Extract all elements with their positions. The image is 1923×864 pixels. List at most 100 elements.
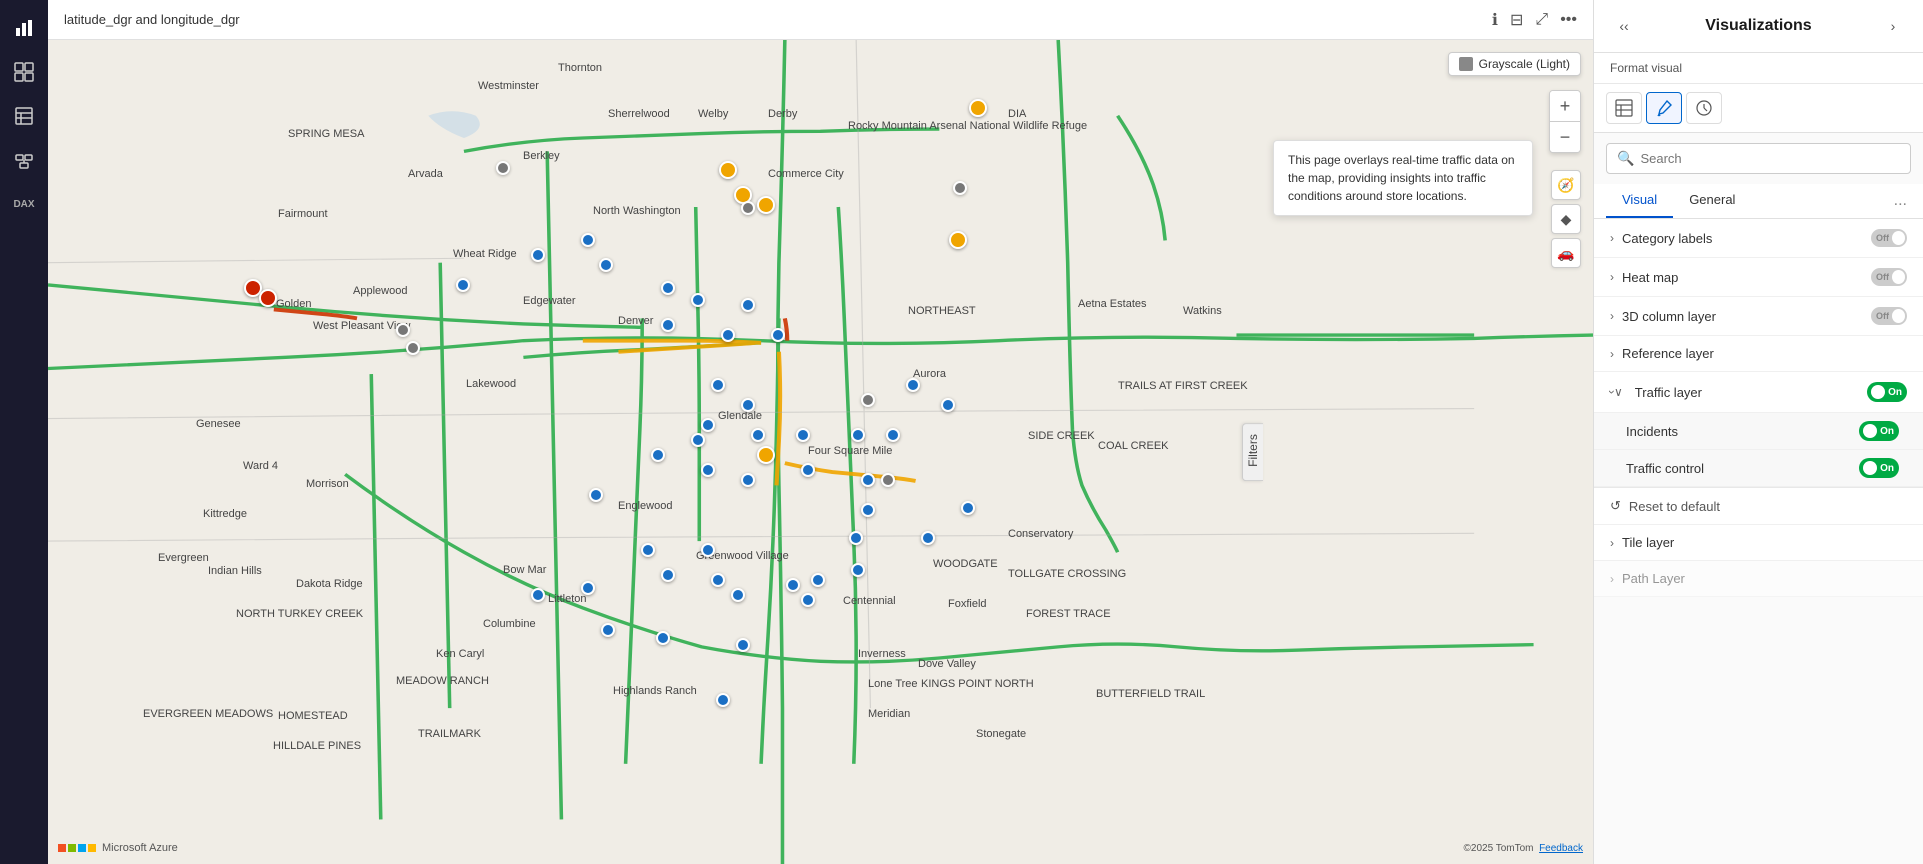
heat-map-toggle-label: Off xyxy=(1876,272,1889,282)
compass-button[interactable]: 🧭 xyxy=(1551,170,1581,200)
path-layer-text: Path Layer xyxy=(1622,571,1685,586)
store-dot xyxy=(599,258,613,272)
reference-layer-label: Reference layer xyxy=(1610,346,1714,361)
format-tab-paintbrush[interactable] xyxy=(1646,92,1682,124)
tomtom-badge: ©2025 TomTom Feedback xyxy=(1464,843,1583,854)
store-dot xyxy=(661,568,675,582)
zoom-in-button[interactable]: + xyxy=(1550,91,1580,121)
ms-logo-red xyxy=(58,844,66,852)
expand-icon[interactable]: ⤢ xyxy=(1535,11,1548,29)
expand-panel-button[interactable]: › xyxy=(1879,12,1907,40)
sidebar-item-dax[interactable]: DAX xyxy=(4,184,44,224)
store-dot xyxy=(851,563,865,577)
sidebar-item-table[interactable] xyxy=(4,52,44,92)
store-dot xyxy=(741,473,755,487)
tab-visual[interactable]: Visual xyxy=(1606,184,1673,218)
panel-header-actions: › xyxy=(1879,12,1907,40)
tab-general[interactable]: General xyxy=(1673,184,1751,218)
reset-label: Reset to default xyxy=(1629,499,1720,514)
traffic-layer-text: Traffic layer xyxy=(1635,385,1702,400)
map-style-badge[interactable]: Grayscale (Light) xyxy=(1448,52,1581,76)
store-dot xyxy=(661,318,675,332)
map-tooltip: This page overlays real-time traffic dat… xyxy=(1273,140,1533,216)
tile-layer-label: Tile layer xyxy=(1610,535,1674,550)
format-visual-label: Format visual xyxy=(1594,53,1923,84)
path-layer-label: Path Layer xyxy=(1610,571,1685,586)
reset-to-default-button[interactable]: ↺ Reset to default xyxy=(1594,488,1923,525)
store-dot xyxy=(796,428,810,442)
incidents-label: Incidents xyxy=(1626,424,1678,439)
store-dot xyxy=(701,418,715,432)
collapse-panel-button[interactable]: ‹‹ xyxy=(1610,12,1638,40)
store-dot xyxy=(701,463,715,477)
sidebar-item-model[interactable] xyxy=(4,140,44,180)
car-button[interactable]: 🚗 xyxy=(1551,238,1581,268)
setting-row-tile-layer[interactable]: Tile layer xyxy=(1594,525,1923,561)
setting-row-heat-map[interactable]: Heat map Off xyxy=(1594,258,1923,297)
tooltip-text: This page overlays real-time traffic dat… xyxy=(1288,153,1515,203)
grey-marker xyxy=(406,341,420,355)
store-dot xyxy=(641,543,655,557)
left-sidebar: DAX xyxy=(0,0,48,864)
title-bar: latitude_dgr and longitude_dgr ℹ ⊟ ⤢ ••• xyxy=(48,0,1593,40)
store-dot xyxy=(801,463,815,477)
visual-general-tabs: Visual General ... xyxy=(1594,184,1923,219)
setting-row-path-layer[interactable]: Path Layer xyxy=(1594,561,1923,597)
store-dot xyxy=(601,623,615,637)
location-button[interactable]: ◆ xyxy=(1551,204,1581,234)
category-labels-toggle-thumb xyxy=(1892,231,1905,245)
store-dot xyxy=(751,428,765,442)
orange-marker xyxy=(949,231,967,249)
map-container[interactable]: WestminsterSherrelwoodWelbyDerbyRocky Mo… xyxy=(48,40,1593,864)
incidents-toggle-thumb xyxy=(1863,424,1877,438)
feedback-link[interactable]: Feedback xyxy=(1539,843,1583,854)
traffic-layer-toggle[interactable]: On xyxy=(1867,382,1907,402)
grey-marker xyxy=(881,473,895,487)
title-actions: ℹ ⊟ ⤢ ••• xyxy=(1492,10,1577,30)
traffic-layer-label: ∨ Traffic layer xyxy=(1610,385,1702,400)
3d-column-toggle[interactable]: Off xyxy=(1871,307,1907,325)
traffic-control-toggle-label: On xyxy=(1880,463,1894,474)
store-dot xyxy=(961,501,975,515)
store-dot xyxy=(736,638,750,652)
setting-row-reference-layer[interactable]: Reference layer xyxy=(1594,336,1923,372)
grey-marker xyxy=(953,181,967,195)
store-dot xyxy=(661,281,675,295)
store-dot xyxy=(716,693,730,707)
store-dot xyxy=(921,531,935,545)
page-title: latitude_dgr and longitude_dgr xyxy=(64,12,240,27)
setting-row-category-labels[interactable]: Category labels Off xyxy=(1594,219,1923,258)
zoom-controls: + − xyxy=(1549,90,1581,153)
setting-row-traffic-layer[interactable]: ∨ Traffic layer On xyxy=(1594,372,1923,413)
info-icon[interactable]: ℹ xyxy=(1492,10,1498,30)
orange-marker xyxy=(969,99,987,117)
setting-row-3d-column[interactable]: 3D column layer Off xyxy=(1594,297,1923,336)
sidebar-item-pages[interactable] xyxy=(4,96,44,136)
visualizations-title: Visualizations xyxy=(1705,17,1811,35)
traffic-control-row[interactable]: Traffic control On xyxy=(1594,450,1923,487)
zoom-out-button[interactable]: − xyxy=(1550,122,1580,152)
right-panel-header: ‹‹ Visualizations › xyxy=(1594,0,1923,53)
filters-tab[interactable]: Filters xyxy=(1242,423,1263,481)
format-tab-analytics[interactable] xyxy=(1686,92,1722,124)
filter-icon[interactable]: ⊟ xyxy=(1510,10,1523,30)
search-box[interactable]: 🔍 xyxy=(1606,143,1911,174)
search-input[interactable] xyxy=(1640,151,1900,166)
traffic-incidents-row[interactable]: Incidents On xyxy=(1594,413,1923,450)
tile-layer-chevron xyxy=(1610,536,1614,550)
orange-marker xyxy=(757,196,775,214)
store-dot xyxy=(651,448,665,462)
category-labels-toggle[interactable]: Off xyxy=(1871,229,1907,247)
store-dot xyxy=(906,378,920,392)
more-options-button[interactable]: ... xyxy=(1890,184,1911,218)
microsoft-azure-badge: Microsoft Azure xyxy=(58,842,178,854)
store-dot xyxy=(741,398,755,412)
traffic-control-toggle[interactable]: On xyxy=(1859,458,1899,478)
heat-map-toggle[interactable]: Off xyxy=(1871,268,1907,286)
grey-marker xyxy=(496,161,510,175)
store-dot xyxy=(456,278,470,292)
format-tab-grid[interactable] xyxy=(1606,92,1642,124)
more-options-icon[interactable]: ••• xyxy=(1560,11,1577,29)
sidebar-item-chart[interactable] xyxy=(4,8,44,48)
incidents-toggle[interactable]: On xyxy=(1859,421,1899,441)
